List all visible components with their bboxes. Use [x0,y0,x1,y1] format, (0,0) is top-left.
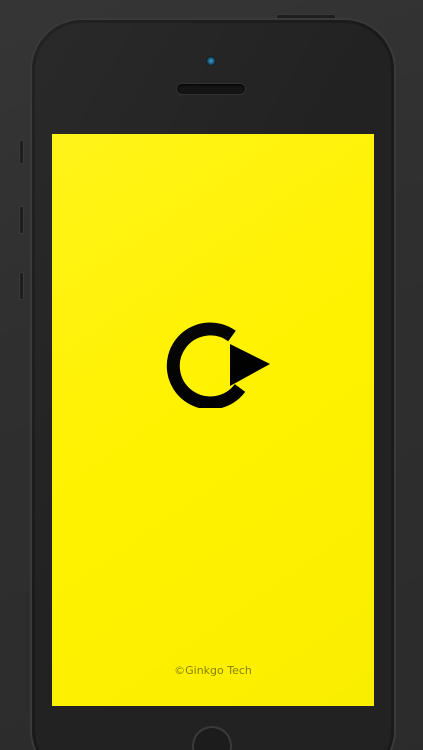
front-camera-icon [206,56,216,66]
volume-down-button [19,272,24,300]
screen-glare [52,134,374,706]
volume-up-button [19,206,24,234]
logo-arc [166,322,246,408]
earpiece-speaker [177,84,245,94]
logo-play-triangle [230,344,270,386]
app-store-screenshot: ©Ginkgo Tech [0,0,423,750]
mute-switch [19,140,24,164]
play-arc-logo-icon [166,322,270,408]
copyright-text: ©Ginkgo Tech [174,664,252,677]
splash-screen: ©Ginkgo Tech [52,134,374,706]
